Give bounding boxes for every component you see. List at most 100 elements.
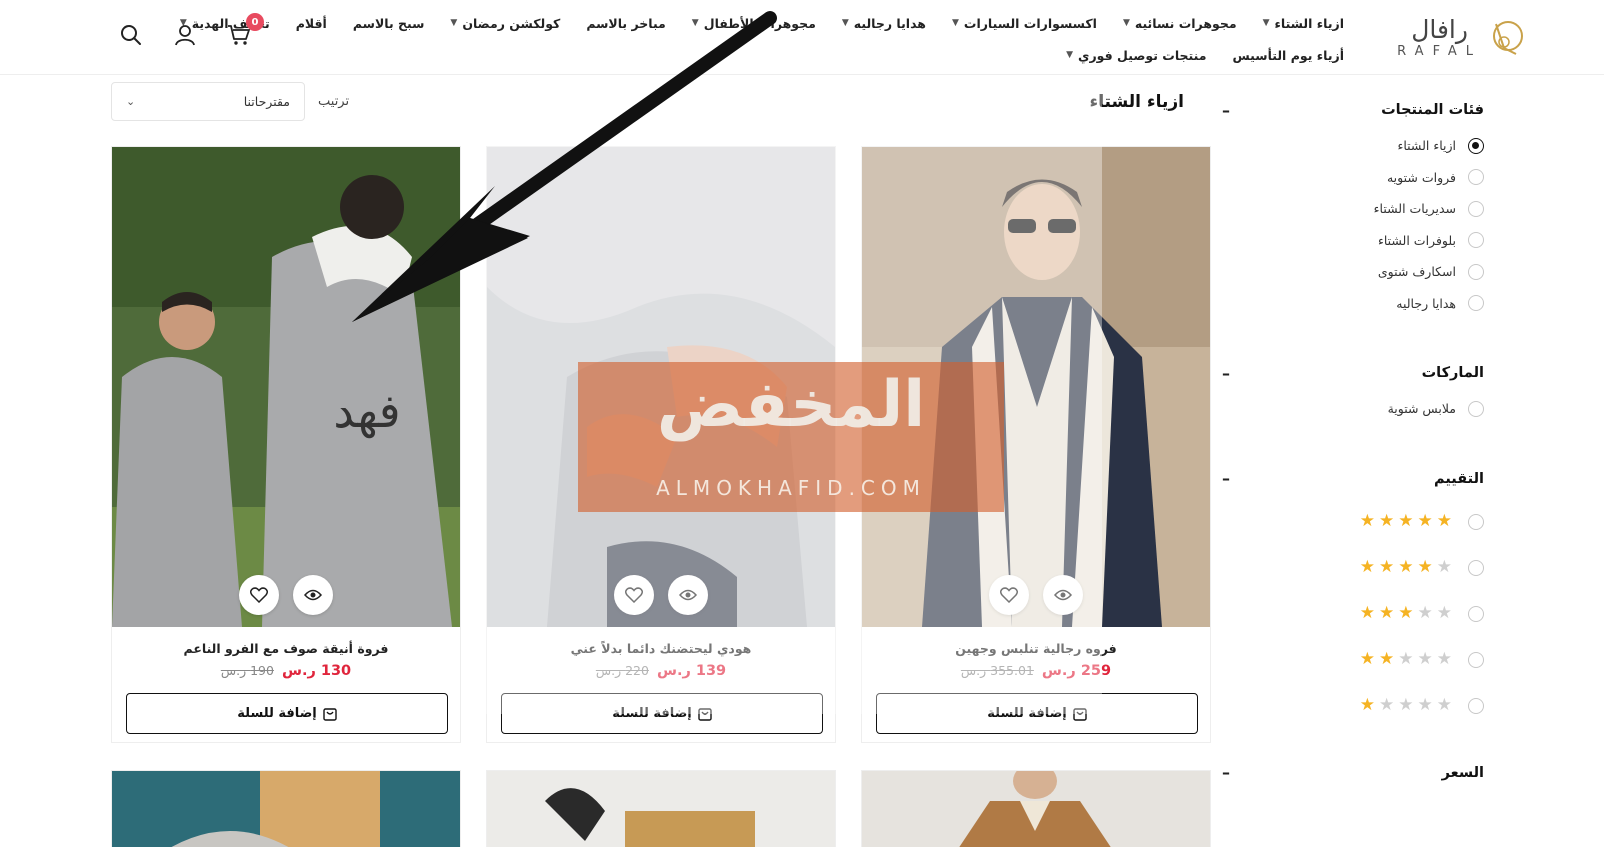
nav-item-name-incense[interactable]: مباخر بالاسم xyxy=(586,12,665,34)
cart-button[interactable]: 0 xyxy=(226,13,264,48)
radio[interactable] xyxy=(1468,513,1484,530)
product-photo-hoodie-hanger xyxy=(112,771,460,847)
rating-option[interactable]: ★ ★ ★ ★ ★ xyxy=(1219,637,1484,683)
radio-selected[interactable] xyxy=(1468,137,1484,154)
rating-option[interactable]: ★ ★ ★ ★ ★ xyxy=(1219,545,1484,591)
collapse-toggle[interactable]: – xyxy=(1219,763,1233,782)
heart-icon xyxy=(250,587,268,603)
product-name[interactable]: فروه رجالية تنلبس وجهين xyxy=(862,641,1210,656)
add-to-cart-button[interactable]: إضافة للسلة xyxy=(126,693,448,734)
chevron-down-icon: ▼ xyxy=(1066,50,1074,60)
collapse-toggle[interactable]: – xyxy=(1219,101,1233,120)
product-old-price: 355.01 ر.س xyxy=(960,663,1034,678)
nav-item-label: أقلام xyxy=(295,15,327,31)
add-to-cart-label: إضافة للسلة xyxy=(612,706,692,721)
star-empty-icon: ★ xyxy=(1417,649,1433,669)
filter-categories: فئات المنتجات – ازياء الشتاء فروات شتويه… xyxy=(1219,90,1484,319)
rating-option[interactable]: ★ ★ ★ ★ ★ xyxy=(1219,683,1484,729)
brand-logo[interactable]: رافال RAFAL xyxy=(1378,12,1528,62)
nav-item-pens[interactable]: أقلام xyxy=(296,12,327,34)
product-name[interactable]: فروة أنيقة صوف مع الفرو الناعم xyxy=(112,641,460,656)
nav-item-car-accessories[interactable]: اكسسوارات السيارات ▼ xyxy=(952,12,1097,34)
radio[interactable] xyxy=(1468,605,1484,622)
filter-rating-header[interactable]: التقييم – xyxy=(1219,459,1484,499)
nav-item-men-gifts[interactable]: هدايا رجاليه ▼ xyxy=(842,12,926,34)
product-card[interactable] xyxy=(486,770,836,847)
product-image[interactable] xyxy=(487,147,835,627)
product-name[interactable]: هودي ليحتضنك دائما بدلاً عني xyxy=(487,641,835,656)
user-icon xyxy=(175,25,195,46)
product-card[interactable]: فروه رجالية تنلبس وجهين 259 ر.س 355.01 ر… xyxy=(861,146,1211,743)
filter-title: الماركات xyxy=(1421,365,1484,381)
nav-item-kids-jewelry[interactable]: مجوهرات الأطفال ▼ xyxy=(692,12,816,34)
header-actions: 0 xyxy=(118,13,264,48)
option-label: اسكارف شتوى xyxy=(1377,264,1456,280)
account-button[interactable] xyxy=(172,22,198,48)
brand-option[interactable]: ملابس شتوية xyxy=(1219,393,1484,425)
star-filled-icon: ★ xyxy=(1398,603,1414,623)
product-image[interactable] xyxy=(862,147,1210,627)
add-to-cart-button[interactable]: إضافة للسلة xyxy=(876,693,1198,734)
nav-item-women-jewelry[interactable]: مجوهرات نسائيه ▼ xyxy=(1123,12,1237,34)
collapse-toggle[interactable]: – xyxy=(1219,364,1233,383)
star-rating: ★ ★ ★ ★ ★ xyxy=(1360,605,1452,622)
radio[interactable] xyxy=(1468,400,1484,417)
radio[interactable] xyxy=(1468,697,1484,714)
quick-view-button[interactable] xyxy=(668,575,708,615)
radio[interactable] xyxy=(1468,559,1484,576)
product-card[interactable]: فهد فروة أنيقة صوف مع الفرو الناعم 130 ر… xyxy=(111,146,461,743)
filter-price-header[interactable]: السعر – xyxy=(1219,753,1484,793)
logo-text: رافال RAFAL xyxy=(1397,15,1482,59)
category-option[interactable]: بلوفرات الشتاء xyxy=(1219,225,1484,257)
search-icon xyxy=(121,25,141,45)
collapse-toggle[interactable]: – xyxy=(1219,469,1233,488)
nav-item-label: كولكشن رمضان xyxy=(462,15,561,31)
filter-categories-header[interactable]: فئات المنتجات – xyxy=(1219,90,1484,130)
add-to-cart-button[interactable]: إضافة للسلة xyxy=(501,693,823,734)
nav-item-winter[interactable]: ازياء الشتاء ▼ xyxy=(1263,12,1344,34)
star-rating: ★ ★ ★ ★ ★ xyxy=(1360,559,1452,576)
star-filled-icon: ★ xyxy=(1359,557,1375,577)
filter-brands-header[interactable]: الماركات – xyxy=(1219,353,1484,393)
sort-select[interactable]: مقترحاتنا ⌄ xyxy=(111,82,305,121)
radio[interactable] xyxy=(1468,263,1484,280)
filter-title: فئات المنتجات xyxy=(1381,102,1484,118)
radio[interactable] xyxy=(1468,200,1484,217)
bag-icon xyxy=(1073,708,1087,721)
nav-item-name-rosary[interactable]: سبح بالاسم xyxy=(353,12,425,34)
rating-option[interactable]: ★ ★ ★ ★ ★ xyxy=(1219,591,1484,637)
category-option[interactable]: سديريات الشتاء xyxy=(1219,193,1484,225)
category-option[interactable]: ازياء الشتاء xyxy=(1219,130,1484,162)
wishlist-button[interactable] xyxy=(239,575,279,615)
radio[interactable] xyxy=(1468,295,1484,312)
filter-brands: الماركات – ملابس شتوية xyxy=(1219,353,1484,425)
category-option[interactable]: اسكارف شتوى xyxy=(1219,256,1484,288)
nav-item-label: منتجات توصيل فوري xyxy=(1078,47,1207,63)
star-filled-icon: ★ xyxy=(1417,511,1433,531)
product-image[interactable]: فهد xyxy=(112,147,460,627)
nav-item-label: مجوهرات الأطفال xyxy=(703,15,816,31)
wishlist-button[interactable] xyxy=(989,575,1029,615)
product-prices: 259 ر.س 355.01 ر.س xyxy=(862,663,1210,679)
nav-item-instant-delivery[interactable]: منتجات توصيل فوري ▼ xyxy=(1066,44,1206,66)
nav-item-label: مباخر بالاسم xyxy=(586,15,666,31)
radio[interactable] xyxy=(1468,651,1484,668)
heart-icon xyxy=(1000,587,1018,603)
search-button[interactable] xyxy=(118,22,144,48)
nav-item-founding-day[interactable]: أزياء يوم التأسيس xyxy=(1233,44,1345,66)
radio[interactable] xyxy=(1468,169,1484,186)
product-card[interactable]: هودي ليحتضنك دائما بدلاً عني 139 ر.س 220… xyxy=(486,146,836,743)
quick-view-button[interactable] xyxy=(1043,575,1083,615)
category-option[interactable]: فروات شتويه xyxy=(1219,162,1484,194)
wishlist-button[interactable] xyxy=(614,575,654,615)
star-empty-icon: ★ xyxy=(1436,649,1452,669)
product-card[interactable] xyxy=(111,770,461,847)
nav-item-ramadan[interactable]: كولكشن رمضان ▼ xyxy=(450,12,560,34)
quick-view-button[interactable] xyxy=(293,575,333,615)
rating-option[interactable]: ★ ★ ★ ★ ★ xyxy=(1219,499,1484,545)
product-card[interactable] xyxy=(861,770,1211,847)
category-option[interactable]: هدايا رجاليه xyxy=(1219,288,1484,320)
product-price: 259 ر.س xyxy=(1041,663,1112,679)
star-filled-icon: ★ xyxy=(1359,603,1375,623)
radio[interactable] xyxy=(1468,232,1484,249)
